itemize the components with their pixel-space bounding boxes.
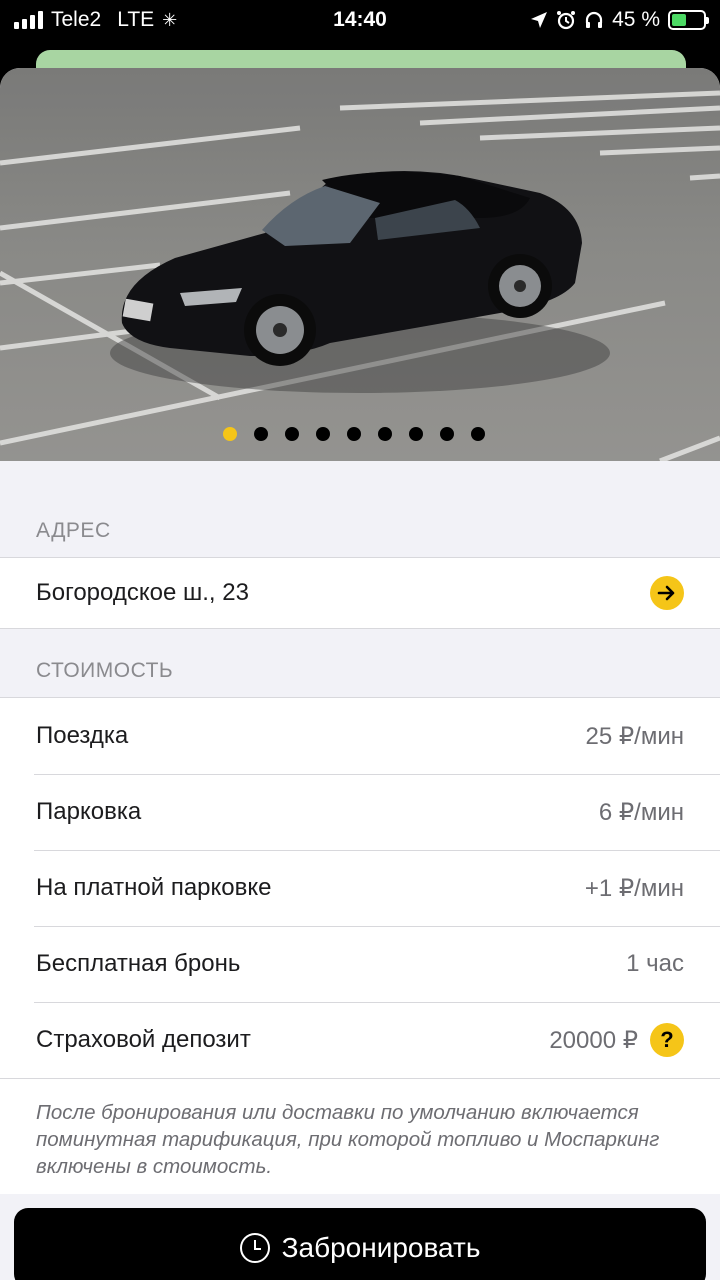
battery-charging-icon <box>668 10 709 30</box>
status-time: 14:40 <box>333 8 387 31</box>
battery-percent: 45 % <box>612 8 660 31</box>
alarm-icon <box>557 11 576 30</box>
price-row-free-booking: Бесплатная бронь 1 час <box>0 926 720 1002</box>
gallery-pagination[interactable] <box>0 427 720 441</box>
price-label: Парковка <box>36 798 142 825</box>
arrow-right-icon[interactable] <box>650 576 684 610</box>
price-value: 6 ₽/мин <box>598 798 684 826</box>
cost-section-header: СТОИМОСТЬ <box>36 659 174 682</box>
price-label: Страховой депозит <box>36 1026 251 1053</box>
help-icon[interactable]: ? <box>650 1023 684 1057</box>
car-photo <box>0 68 720 461</box>
cost-group: Поездка 25 ₽/мин Парковка 6 ₽/мин На пла… <box>0 697 720 1199</box>
carrier-name: Tele2 <box>51 8 102 31</box>
signal-icon <box>14 11 43 29</box>
price-value: 20000 ₽ <box>549 1026 638 1054</box>
price-value: 25 ₽/мин <box>585 722 684 750</box>
book-button[interactable]: Забронировать <box>14 1208 706 1280</box>
pagination-dot[interactable] <box>378 427 392 441</box>
pagination-dot[interactable] <box>285 427 299 441</box>
price-row-parking: Парковка 6 ₽/мин <box>0 774 720 850</box>
status-bar: Tele2 LTE ✳ 14:40 45 % <box>0 0 720 40</box>
price-value: 1 час <box>626 950 684 977</box>
address-section-header: АДРЕС <box>36 519 111 542</box>
book-button-label: Забронировать <box>281 1232 481 1263</box>
location-icon <box>531 12 548 28</box>
car-details-sheet: АДРЕС Богородское ш., 23 СТОИМОСТЬ Поезд… <box>0 68 720 1280</box>
price-row-trip: Поездка 25 ₽/мин <box>0 698 720 774</box>
price-row-deposit: Страховой депозит 20000 ₽ ? <box>0 1002 720 1078</box>
pagination-dot[interactable] <box>440 427 454 441</box>
clock-icon <box>239 1233 270 1263</box>
address-group[interactable]: Богородское ш., 23 <box>0 557 720 629</box>
pricing-note: После бронирования или доставки по умолч… <box>0 1079 720 1199</box>
car-photo-gallery[interactable] <box>0 68 720 461</box>
price-value: +1 ₽/мин <box>584 874 684 902</box>
headphones-icon <box>586 11 603 28</box>
pagination-dot[interactable] <box>316 427 330 441</box>
loading-icon: ✳ <box>162 9 178 30</box>
price-label: Бесплатная бронь <box>36 950 241 977</box>
deposit-value-wrap: 20000 ₽ ? <box>549 1023 684 1057</box>
price-label: Поездка <box>36 722 129 749</box>
pagination-dot[interactable] <box>254 427 268 441</box>
pagination-dot[interactable] <box>347 427 361 441</box>
network-type: LTE <box>117 8 155 31</box>
address-row[interactable]: Богородское ш., 23 <box>0 558 720 628</box>
price-label: На платной парковке <box>36 874 272 901</box>
pagination-dot[interactable] <box>409 427 423 441</box>
pagination-dot-active[interactable] <box>223 427 237 441</box>
address-value: Богородское ш., 23 <box>36 579 249 606</box>
bottom-action-area: Забронировать <box>0 1194 720 1280</box>
price-row-paid-parking: На платной парковке +1 ₽/мин <box>0 850 720 926</box>
pagination-dot[interactable] <box>471 427 485 441</box>
